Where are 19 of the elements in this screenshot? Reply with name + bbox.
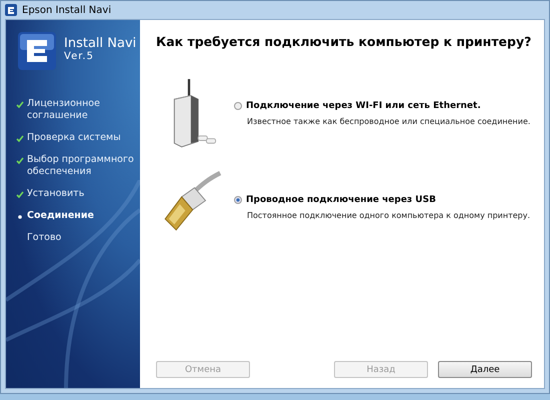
window-title: Epson Install Navi [22,4,112,16]
step-label: Лицензионное соглашение [27,98,101,122]
app-icon [5,4,17,16]
step-label: Проверка системы [27,132,121,144]
option-label[interactable]: Проводное подключение через USB [246,194,436,204]
step-label: Выбор программного обеспечения [27,154,135,178]
dialog-button[interactable]: Далее [438,361,532,378]
step-label: Соединение [27,210,94,222]
option-description: Постоянное подключение одного компьютера к одному принтеру. [247,210,530,220]
step-label: Готово [27,232,62,244]
option-label[interactable]: Подключение через WI-FI или сеть Ethernet. [246,100,481,110]
radio-button[interactable] [234,196,242,204]
page-heading: Как требуется подключить компьютер к принтеру? [156,34,532,49]
step-label: Установить [27,188,84,200]
radio-button[interactable] [234,102,242,110]
option-description: Известное также как беспроводное или специальное соединение. [247,116,530,126]
version-label: Ver.5 [64,51,95,62]
product-name: Install Navi [64,36,136,51]
logo-icon [18,32,56,70]
